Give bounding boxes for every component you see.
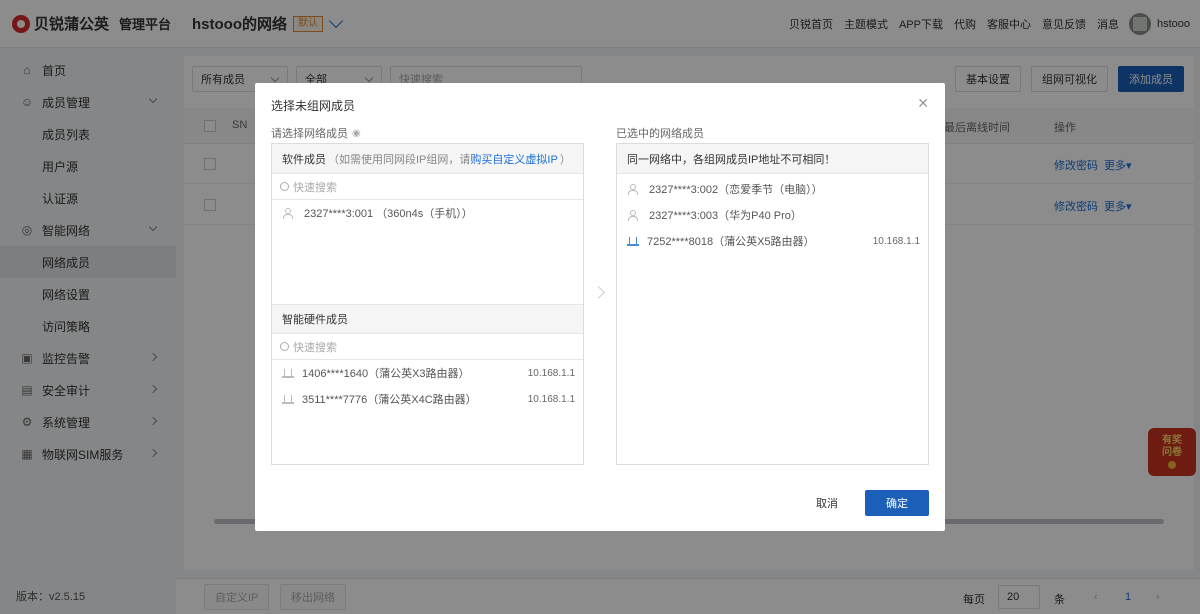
- right-panel-label: 已选中的网络成员: [616, 128, 704, 140]
- member-ip: 10.168.1.1: [527, 393, 575, 405]
- list-item[interactable]: 2327****3:003（华为P40 Pro）: [617, 202, 928, 228]
- software-search-input[interactable]: 快速搜索: [272, 174, 583, 200]
- list-item[interactable]: 1406****1640（蒲公英X3路由器） 10.168.1.1: [272, 360, 583, 386]
- member-name: 1406****1640（蒲公英X3路由器）: [302, 368, 470, 380]
- member-ip: 10.168.1.1: [527, 367, 575, 379]
- buy-virtual-ip-link[interactable]: 购买自定义虚拟IP: [470, 151, 557, 167]
- selected-members-header: 同一网络中，各组网成员IP地址不可相同！: [617, 144, 928, 174]
- user-icon: [627, 210, 638, 221]
- search-placeholder: 快速搜索: [293, 181, 337, 194]
- hardware-head-text: 智能硬件成员: [282, 314, 348, 326]
- search-placeholder: 快速搜索: [293, 341, 337, 354]
- software-note: （如需使用同网段IP组网，请: [328, 153, 471, 166]
- cancel-button[interactable]: 取消: [807, 490, 847, 516]
- chevron-right-icon[interactable]: [592, 286, 605, 299]
- hardware-members-header: 智能硬件成员: [272, 304, 583, 334]
- left-label-text: 请选择网络成员: [271, 128, 348, 140]
- available-members-panel: 软件成员 （如需使用同网段IP组网，请 购买自定义虚拟IP ） 快速搜索 232…: [271, 143, 584, 465]
- hardware-section: 智能硬件成员 快速搜索 1406****1640（蒲公英X3路由器） 10.16…: [272, 304, 583, 412]
- member-name: 2327****3:002（恋爱季节（电脑））: [649, 184, 823, 196]
- software-members-header: 软件成员 （如需使用同网段IP组网，请 购买自定义虚拟IP ）: [272, 144, 583, 174]
- user-icon: [282, 208, 293, 219]
- member-name: 2327****3:001 （360n4s（手机））: [304, 208, 473, 220]
- list-item[interactable]: 2327****3:001 （360n4s（手机））: [272, 200, 583, 226]
- list-item[interactable]: 7252****8018（蒲公英X5路由器） 10.168.1.1: [617, 228, 928, 254]
- member-ip: 10.168.1.1: [872, 235, 920, 247]
- left-panel-label: 请选择网络成员 ◉: [271, 125, 361, 141]
- select-members-dialog: 选择未组网成员 ✕ 请选择网络成员 ◉ 已选中的网络成员 软件成员 （如需使用同…: [255, 83, 945, 531]
- user-icon: [627, 184, 638, 195]
- router-icon: [627, 236, 639, 246]
- member-name: 2327****3:003（华为P40 Pro）: [649, 210, 802, 222]
- list-item[interactable]: 2327****3:002（恋爱季节（电脑））: [617, 176, 928, 202]
- router-icon: [282, 394, 294, 404]
- confirm-button[interactable]: 确定: [865, 490, 929, 516]
- dialog-title: 选择未组网成员: [271, 99, 356, 113]
- close-icon[interactable]: ✕: [917, 95, 929, 112]
- software-note-end: ）: [559, 153, 571, 166]
- member-name: 3511****7776（蒲公英X4C路由器）: [302, 394, 477, 406]
- selected-members-panel: 同一网络中，各组网成员IP地址不可相同！ 2327****3:002（恋爱季节（…: [616, 143, 929, 465]
- software-head-text: 软件成员: [282, 153, 326, 166]
- router-icon: [282, 368, 294, 378]
- eye-icon[interactable]: ◉: [352, 128, 361, 139]
- member-name: 7252****8018（蒲公英X5路由器）: [647, 236, 815, 248]
- hardware-search-input[interactable]: 快速搜索: [272, 334, 583, 360]
- search-icon: [280, 342, 289, 351]
- search-icon: [280, 182, 289, 191]
- list-item[interactable]: 3511****7776（蒲公英X4C路由器） 10.168.1.1: [272, 386, 583, 412]
